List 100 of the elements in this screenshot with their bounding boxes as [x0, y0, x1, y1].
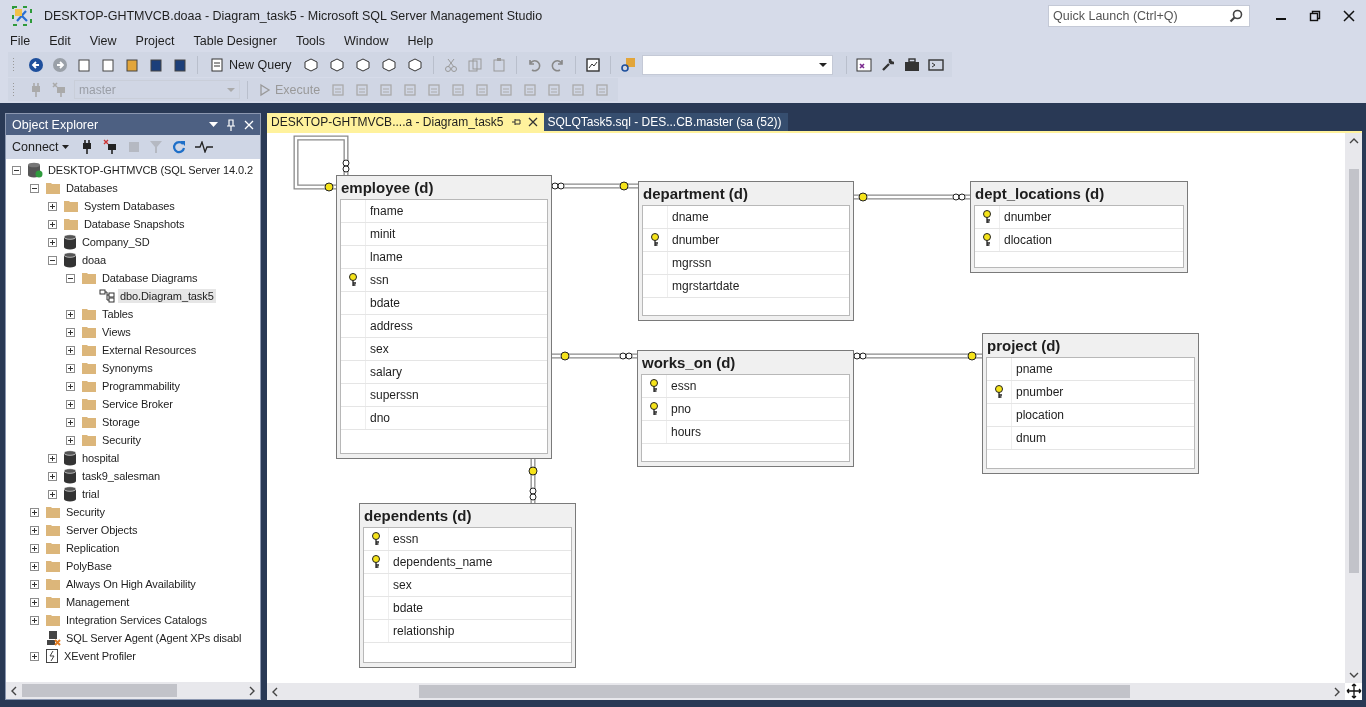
expander-icon[interactable]: [66, 309, 75, 319]
expander-icon[interactable]: [30, 543, 39, 553]
table-box[interactable]: dependents (d) essn dependents_name sex bdate relationship: [359, 503, 576, 668]
tree-item[interactable]: Database Snapshots: [82, 217, 187, 231]
expander-icon[interactable]: [30, 651, 39, 661]
scroll-up-icon[interactable]: [1348, 137, 1359, 145]
expander-icon[interactable]: [30, 183, 39, 193]
menu-item[interactable]: Tools: [288, 34, 333, 48]
tree-item[interactable]: SQL Server Agent (Agent XPs disabl: [64, 631, 244, 645]
expander-icon[interactable]: [66, 345, 75, 355]
expander-icon[interactable]: [30, 525, 39, 535]
document-tab[interactable]: SQLQTask5.sql - DES...CB.master (sa (52)): [543, 113, 788, 131]
menu-item[interactable]: Window: [337, 34, 396, 48]
expander-icon[interactable]: [48, 255, 57, 265]
chart-window-icon[interactable]: [584, 56, 601, 73]
activity-monitor-icon[interactable]: [194, 141, 213, 153]
column-name: pnumber: [1016, 385, 1064, 399]
menu-item[interactable]: File: [3, 34, 38, 48]
tree-item[interactable]: Integration Services Catalogs: [64, 613, 209, 627]
table-box[interactable]: dept_locations (d) dnumber dlocation: [970, 181, 1188, 273]
tree-item[interactable]: dbo.Diagram_task5: [118, 289, 216, 303]
tree-item[interactable]: Always On High Availability: [64, 577, 198, 591]
expander-icon[interactable]: [48, 453, 57, 463]
expander-icon[interactable]: [48, 237, 57, 247]
expander-icon[interactable]: [30, 507, 39, 517]
agent-icon: [45, 630, 61, 646]
tree-item[interactable]: Database Diagrams: [100, 271, 200, 285]
tree-item[interactable]: Programmability: [100, 379, 182, 393]
expander-icon[interactable]: [30, 615, 39, 625]
expander-icon[interactable]: [30, 597, 39, 607]
table-box[interactable]: works_on (d) essn pno hours: [637, 350, 854, 467]
toolbox-icon[interactable]: [903, 56, 920, 73]
menu-item[interactable]: View: [82, 34, 124, 48]
expander-icon[interactable]: [12, 165, 21, 175]
expander-icon[interactable]: [48, 471, 57, 481]
tree-item[interactable]: Views: [100, 325, 133, 339]
column-name: dname: [672, 210, 709, 224]
tree-item[interactable]: trial: [80, 487, 102, 501]
tree-item[interactable]: hospital: [80, 451, 122, 465]
tree-item[interactable]: Synonyms: [100, 361, 155, 375]
disconnect-icon[interactable]: [102, 139, 119, 155]
refresh-icon[interactable]: [171, 140, 186, 154]
expander-icon[interactable]: [66, 363, 75, 373]
quick-launch-field[interactable]: Quick Launch (Ctrl+Q): [1048, 5, 1250, 27]
expander-icon[interactable]: [66, 435, 75, 445]
expander-icon[interactable]: [30, 579, 39, 589]
scroll-down-icon[interactable]: [1348, 671, 1359, 679]
expander-icon[interactable]: [48, 219, 57, 229]
menu-item[interactable]: Edit: [42, 34, 78, 48]
terminal-icon[interactable]: [927, 56, 944, 73]
tree-item[interactable]: task9_salesman: [80, 469, 163, 483]
tree-item[interactable]: Server Objects: [64, 523, 140, 537]
folder-icon: [45, 523, 61, 537]
tree-item[interactable]: Databases: [64, 181, 120, 195]
tree-item[interactable]: Storage: [100, 415, 142, 429]
expander-icon[interactable]: [66, 273, 75, 283]
scroll-left-icon[interactable]: [10, 685, 18, 696]
column-name: minit: [370, 227, 396, 241]
scroll-right-icon[interactable]: [1333, 686, 1341, 697]
tree-item[interactable]: PolyBase: [64, 559, 114, 573]
expander-icon[interactable]: [48, 489, 57, 499]
scrollbar-thumb[interactable]: [418, 685, 1131, 698]
scroll-right-icon[interactable]: [248, 685, 256, 696]
move-icon[interactable]: [1346, 683, 1362, 699]
tree-item[interactable]: Company_SD: [80, 235, 152, 249]
expander-icon[interactable]: [48, 201, 57, 211]
menu-item[interactable]: Help: [400, 34, 441, 48]
scroll-left-icon[interactable]: [271, 686, 279, 697]
restore-icon: [1309, 10, 1321, 22]
tree-item[interactable]: External Resources: [100, 343, 199, 357]
connect-button[interactable]: Connect: [10, 140, 71, 154]
document-tab[interactable]: DESKTOP-GHTMVCB....a - Diagram_task5: [267, 113, 544, 131]
menu-item[interactable]: Table Designer: [186, 34, 284, 48]
expander-icon[interactable]: [66, 381, 75, 391]
tree-item[interactable]: doaa: [80, 253, 109, 267]
table-box[interactable]: department (d) dname dnumber mgrssn mgrstartdate: [638, 181, 854, 321]
tree-item[interactable]: Management: [64, 595, 132, 609]
scrollbar-thumb[interactable]: [1348, 169, 1359, 574]
tree-item[interactable]: Tables: [100, 307, 136, 321]
new-query-button[interactable]: New Query: [205, 55, 296, 74]
tree-item[interactable]: DESKTOP-GHTMVCB (SQL Server 14.0.2: [46, 163, 256, 177]
close-icon[interactable]: [527, 117, 538, 127]
tree-item[interactable]: Security: [64, 505, 107, 519]
menu-item[interactable]: Project: [128, 34, 182, 48]
dropdown-icon[interactable]: [209, 121, 218, 128]
expander-icon[interactable]: [66, 327, 75, 337]
expander-icon[interactable]: [30, 561, 39, 571]
tree-item[interactable]: Replication: [64, 541, 122, 555]
window-icon[interactable]: [855, 56, 872, 73]
find-icon[interactable]: [619, 56, 636, 73]
tree-item[interactable]: System Databases: [82, 199, 177, 213]
tree-item[interactable]: Service Broker: [100, 397, 175, 411]
column-name: ssn: [370, 273, 389, 287]
table-box[interactable]: project (d) pname pnumber plocation dnum: [982, 333, 1199, 474]
table-box[interactable]: employee (d) fname minit lname ssn bdate address sex salary superssn dno: [336, 175, 552, 459]
expander-icon[interactable]: [66, 399, 75, 409]
scrollbar-thumb[interactable]: [22, 684, 178, 697]
tree-item[interactable]: XEvent Profiler: [62, 649, 138, 663]
expander-icon[interactable]: [66, 417, 75, 427]
tree-item[interactable]: Security: [100, 433, 143, 447]
